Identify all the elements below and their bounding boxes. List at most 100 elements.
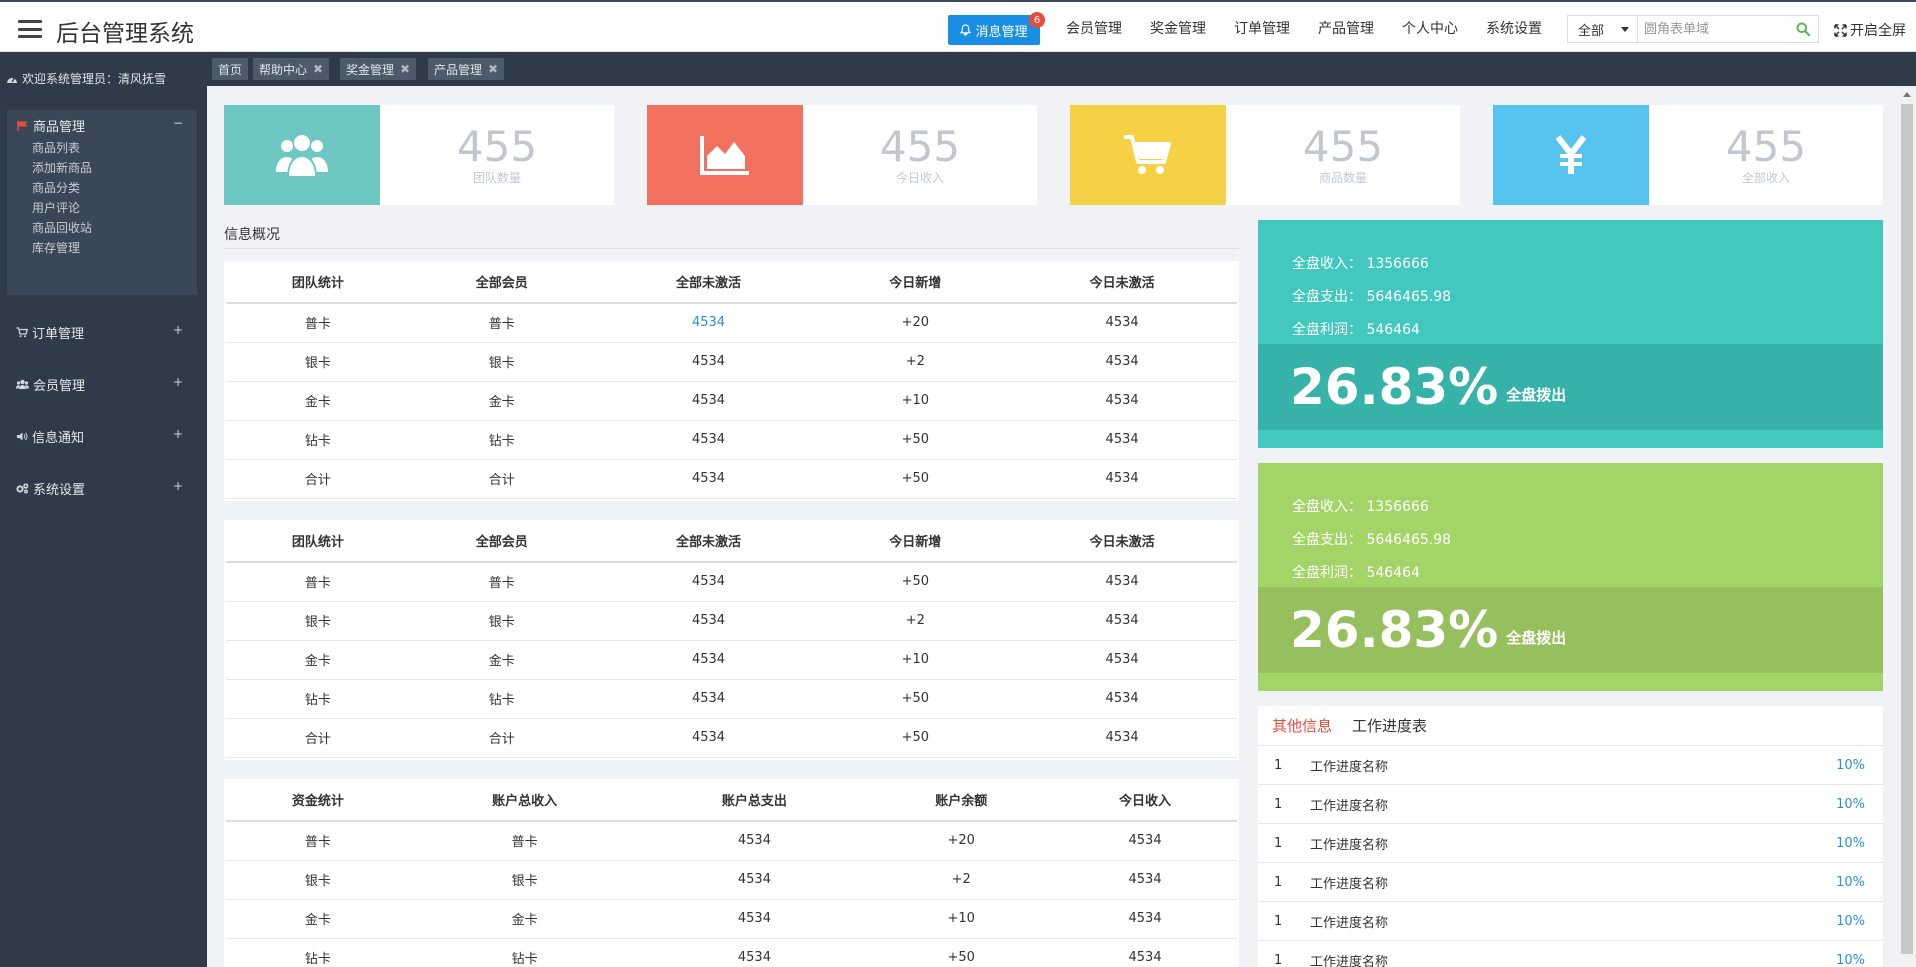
sidebar-item-label: 信息通知 (32, 431, 85, 446)
table-cell: 银卡 (226, 601, 410, 641)
menu-toggle-icon[interactable] (18, 20, 42, 38)
tab-other-info[interactable]: 其他信息 (1272, 715, 1332, 736)
sidebar-item-label: 订单管理 (32, 327, 85, 342)
table-row: 普卡 普卡 4534 +20 4534 (226, 821, 1237, 861)
sidebar-subitem-reviews[interactable]: 用户评论 (32, 199, 80, 216)
summary-percent: 26.83% (1290, 601, 1499, 659)
table-cell: 4534 (639, 860, 870, 900)
list-item: 1 工作进度名称 10% (1258, 941, 1883, 967)
nav-order[interactable]: 订单管理 (1234, 18, 1290, 38)
expand-icon (1834, 23, 1847, 37)
table-cell: 4534 (1053, 860, 1237, 900)
sidebar-item-notifications[interactable]: 信息通知 + (0, 421, 207, 451)
sidebar-item-orders[interactable]: 订单管理 + (0, 317, 207, 347)
sidebar-subitem-product-list[interactable]: 商品列表 (32, 139, 80, 156)
data-table: 团队统计 全部会员 全部未激活 今日新增 今日未激活 普卡 普卡 4534 +2… (226, 261, 1237, 499)
sidebar-group-products: 商品管理 − 商品列表 添加新商品 商品分类 用户评论 商品回收站 库存管理 (7, 110, 197, 295)
summary-percent-band: 26.83% 全盘拨出 (1258, 587, 1883, 673)
stat-label: 全部收入 (1741, 170, 1790, 185)
table-cell: 4534 (639, 899, 870, 939)
fullscreen-label: 开启全屏 (1850, 23, 1906, 39)
table-cell: 钻卡 (409, 679, 594, 719)
table-row: 普卡 普卡 4534 +20 4534 (226, 303, 1237, 343)
nav-product[interactable]: 产品管理 (1318, 18, 1374, 38)
search-input[interactable] (1638, 16, 1788, 42)
sidebar-subitem-add-product[interactable]: 添加新商品 (32, 159, 92, 176)
progress-name: 工作进度名称 (1310, 759, 1389, 775)
table-cell: 合计 (226, 459, 410, 499)
table-cell: 4534 (1007, 640, 1237, 680)
scroll-up-icon[interactable] (1903, 92, 1911, 97)
column-header: 资金统计 (226, 779, 410, 822)
sidebar-item-settings[interactable]: 系统设置 + (0, 473, 207, 503)
table-cell: +2 (823, 601, 1008, 641)
tab-work-progress[interactable]: 工作进度表 (1352, 715, 1427, 736)
sidebar-subitem-recycle[interactable]: 商品回收站 (32, 219, 92, 236)
table-cell: 金卡 (226, 899, 410, 939)
gears-icon (16, 483, 29, 494)
stat-info: 455 商品数量 (1226, 105, 1460, 205)
sidebar-item-members[interactable]: 会员管理 + (0, 369, 207, 399)
summary-profit: 全盘利润： 546464 (1292, 565, 1420, 581)
table-cell: 4534 (1007, 718, 1237, 758)
tab-products[interactable]: 产品管理 ✖ (428, 58, 505, 80)
tab-bonus[interactable]: 奖金管理 ✖ (340, 58, 417, 80)
table-cell: 金卡 (226, 640, 410, 680)
tab-help-center[interactable]: 帮助中心 ✖ (253, 58, 330, 80)
message-button[interactable]: 消息管理 (948, 15, 1040, 45)
table-cell: +50 (823, 420, 1008, 460)
scroll-thumb[interactable] (1901, 104, 1913, 954)
nav-profile[interactable]: 个人中心 (1402, 18, 1458, 38)
column-header: 账户总收入 (409, 779, 640, 822)
sidebar-item-products[interactable]: 商品管理 (17, 116, 85, 135)
fund-stats-table: 资金统计 账户总收入 账户总支出 账户余额 今日收入 普卡 普卡 4534 +2… (224, 779, 1239, 967)
table-cell: 4534 (593, 342, 824, 382)
table-cell: +50 (869, 938, 1054, 967)
column-header: 今日新增 (823, 520, 1008, 563)
progress-name: 工作进度名称 (1310, 915, 1389, 931)
progress-index: 1 (1274, 913, 1283, 929)
table-cell: +50 (823, 718, 1008, 758)
table-cell: +2 (823, 342, 1008, 382)
search-scope-select[interactable]: 全部 (1568, 16, 1638, 42)
page-scrollbar[interactable] (1898, 86, 1916, 967)
nav-settings[interactable]: 系统设置 (1486, 18, 1542, 38)
close-icon[interactable]: ✖ (313, 62, 323, 76)
collapse-icon[interactable]: − (173, 116, 183, 130)
yen-icon (1555, 135, 1587, 174)
close-icon[interactable]: ✖ (400, 62, 410, 76)
summary-expense: 全盘支出： 5646465.98 (1292, 289, 1452, 305)
table-cell: 钻卡 (226, 938, 410, 967)
table-cell: +2 (869, 860, 1054, 900)
sidebar-item-head: 系统设置 (16, 479, 85, 498)
table-cell: 4534 (1007, 459, 1237, 499)
sidebar-item-label: 系统设置 (33, 483, 86, 498)
stat-label: 今日收入 (895, 170, 944, 185)
table-cell: 4534 (1053, 821, 1237, 861)
table-cell: +10 (869, 899, 1054, 939)
tab-label: 首页 (218, 62, 243, 77)
stat-value: 455 (456, 121, 538, 171)
search-icon[interactable] (1788, 16, 1818, 42)
stat-info: 455 团队数量 (380, 105, 614, 205)
nav-member[interactable]: 会员管理 (1066, 18, 1122, 38)
summary-percent-label: 全盘拨出 (1506, 628, 1567, 647)
table-row: 合计 合计 4534 +50 4534 (226, 718, 1237, 758)
stat-card-income-today: 455 今日收入 (647, 105, 1037, 205)
stat-value: 455 (1725, 121, 1807, 171)
table-cell: 合计 (226, 718, 410, 758)
fullscreen-button[interactable]: 开启全屏 (1834, 20, 1906, 40)
table-cell-link[interactable]: 4534 (593, 303, 824, 343)
tab-home[interactable]: 首页 (212, 58, 249, 80)
summary-percent-label: 全盘拨出 (1506, 385, 1567, 404)
sidebar-subitem-category[interactable]: 商品分类 (32, 179, 80, 196)
summary-expense: 全盘支出： 5646465.98 (1292, 532, 1452, 548)
welcome-text: 欢迎系统管理员：清风抚雪 (6, 70, 166, 87)
table-cell: 4534 (1053, 938, 1237, 967)
table-cell: 普卡 (409, 821, 640, 861)
nav-bonus[interactable]: 奖金管理 (1150, 18, 1206, 38)
close-icon[interactable]: ✖ (488, 62, 498, 76)
column-header: 全部未激活 (593, 520, 824, 563)
volume-icon (17, 432, 28, 441)
sidebar-subitem-inventory[interactable]: 库存管理 (32, 239, 80, 256)
